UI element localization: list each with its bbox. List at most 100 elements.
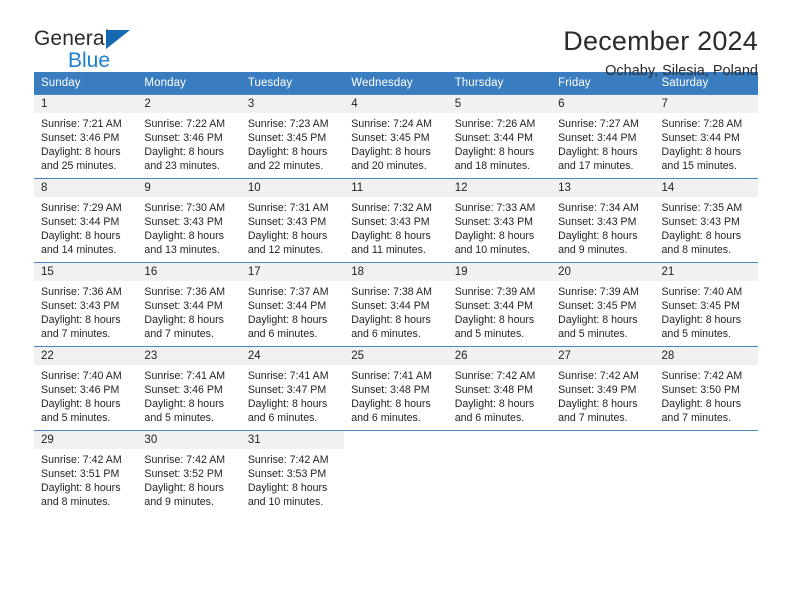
day-details: Sunrise: 7:40 AM Sunset: 3:45 PM Dayligh… — [655, 281, 758, 341]
daylight-text-line1: Daylight: 8 hours — [144, 482, 224, 495]
daylight-text-line1: Daylight: 8 hours — [41, 482, 121, 495]
day-cell-empty — [551, 430, 655, 514]
day-cell[interactable]: 21 Sunrise: 7:40 AM Sunset: 3:45 PM Dayl… — [654, 262, 758, 347]
day-details: Sunrise: 7:23 AM Sunset: 3:45 PM Dayligh… — [241, 113, 344, 173]
day-cell[interactable]: 19 Sunrise: 7:39 AM Sunset: 3:44 PM Dayl… — [447, 262, 552, 347]
daylight-text-line1: Daylight: 8 hours — [144, 398, 224, 411]
daylight-text-line1: Daylight: 8 hours — [41, 230, 121, 243]
daylight-text-line1: Daylight: 8 hours — [41, 146, 121, 159]
sunrise-text: Sunrise: 7:30 AM — [144, 202, 226, 214]
daylight-text-line2: and 20 minutes. — [351, 160, 427, 173]
day-number — [654, 431, 758, 449]
day-details: Sunrise: 7:41 AM Sunset: 3:47 PM Dayligh… — [241, 365, 344, 425]
day-details: Sunrise: 7:28 AM Sunset: 3:44 PM Dayligh… — [655, 113, 758, 173]
day-cell[interactable]: 1 Sunrise: 7:21 AM Sunset: 3:46 PM Dayli… — [34, 94, 138, 179]
page-title: December 2024 — [563, 26, 758, 56]
day-cell[interactable]: 11 Sunrise: 7:32 AM Sunset: 3:43 PM Dayl… — [344, 178, 448, 263]
day-cell[interactable]: 12 Sunrise: 7:33 AM Sunset: 3:43 PM Dayl… — [447, 178, 552, 263]
daylight-text-line2: and 5 minutes. — [144, 412, 214, 425]
day-number: 16 — [137, 263, 241, 281]
day-cell[interactable]: 10 Sunrise: 7:31 AM Sunset: 3:43 PM Dayl… — [240, 178, 345, 263]
day-number: 26 — [447, 347, 552, 365]
day-cell[interactable]: 25 Sunrise: 7:41 AM Sunset: 3:48 PM Dayl… — [344, 346, 448, 431]
day-number: 30 — [137, 431, 241, 449]
day-number: 10 — [240, 179, 345, 197]
day-cell[interactable]: 24 Sunrise: 7:41 AM Sunset: 3:47 PM Dayl… — [240, 346, 345, 431]
day-cell[interactable]: 9 Sunrise: 7:30 AM Sunset: 3:43 PM Dayli… — [137, 178, 241, 263]
sunset-text: Sunset: 3:52 PM — [144, 468, 223, 481]
day-cell[interactable]: 14 Sunrise: 7:35 AM Sunset: 3:43 PM Dayl… — [654, 178, 758, 263]
day-details: Sunrise: 7:42 AM Sunset: 3:51 PM Dayligh… — [34, 449, 137, 509]
daylight-text-line2: and 6 minutes. — [351, 328, 421, 341]
day-cell[interactable]: 30 Sunrise: 7:42 AM Sunset: 3:52 PM Dayl… — [137, 430, 241, 514]
day-cell[interactable]: 18 Sunrise: 7:38 AM Sunset: 3:44 PM Dayl… — [344, 262, 448, 347]
sunrise-text: Sunrise: 7:32 AM — [351, 202, 432, 214]
sunset-text: Sunset: 3:43 PM — [247, 216, 327, 229]
daylight-text-line1: Daylight: 8 hours — [41, 314, 121, 327]
day-cell[interactable]: 22 Sunrise: 7:40 AM Sunset: 3:46 PM Dayl… — [34, 346, 138, 431]
sunrise-text: Sunrise: 7:39 AM — [454, 286, 536, 298]
sunrise-text: Sunrise: 7:41 AM — [144, 370, 226, 382]
day-cell[interactable]: 27 Sunrise: 7:42 AM Sunset: 3:49 PM Dayl… — [551, 346, 655, 431]
sunset-text: Sunset: 3:44 PM — [247, 300, 327, 313]
daylight-text-line1: Daylight: 8 hours — [351, 230, 431, 243]
daylight-text-line2: and 9 minutes. — [558, 244, 628, 257]
day-cell[interactable]: 2 Sunrise: 7:22 AM Sunset: 3:46 PM Dayli… — [137, 94, 241, 179]
week-row: 22 Sunrise: 7:40 AM Sunset: 3:46 PM Dayl… — [34, 346, 758, 431]
sunset-text: Sunset: 3:45 PM — [247, 132, 327, 145]
sunrise-text: Sunrise: 7:42 AM — [247, 454, 329, 466]
day-number: 19 — [447, 263, 552, 281]
daylight-text-line2: and 12 minutes. — [247, 244, 324, 257]
daylight-text-line1: Daylight: 8 hours — [247, 314, 328, 327]
daylight-text-line2: and 23 minutes. — [144, 160, 220, 173]
day-number — [344, 431, 448, 449]
day-cell[interactable]: 28 Sunrise: 7:42 AM Sunset: 3:50 PM Dayl… — [654, 346, 758, 431]
weekday-header-monday: Monday — [137, 72, 241, 95]
daylight-text-line2: and 14 minutes. — [41, 244, 117, 257]
day-details: Sunrise: 7:31 AM Sunset: 3:43 PM Dayligh… — [241, 197, 344, 257]
day-cell[interactable]: 23 Sunrise: 7:41 AM Sunset: 3:46 PM Dayl… — [137, 346, 241, 431]
sunset-text: Sunset: 3:44 PM — [144, 300, 223, 313]
sunset-text: Sunset: 3:44 PM — [351, 300, 430, 313]
daylight-text-line1: Daylight: 8 hours — [454, 314, 535, 327]
day-cell[interactable]: 7 Sunrise: 7:28 AM Sunset: 3:44 PM Dayli… — [654, 94, 758, 179]
day-cell[interactable]: 5 Sunrise: 7:26 AM Sunset: 3:44 PM Dayli… — [447, 94, 552, 179]
day-cell-empty — [654, 430, 758, 514]
sunset-text: Sunset: 3:44 PM — [454, 300, 534, 313]
daylight-text-line1: Daylight: 8 hours — [247, 482, 328, 495]
day-cell[interactable]: 4 Sunrise: 7:24 AM Sunset: 3:45 PM Dayli… — [344, 94, 448, 179]
day-cell[interactable]: 26 Sunrise: 7:42 AM Sunset: 3:48 PM Dayl… — [447, 346, 552, 431]
sunset-text: Sunset: 3:43 PM — [454, 216, 534, 229]
day-number: 9 — [137, 179, 241, 197]
logo-text-blue: Blue — [68, 49, 111, 72]
day-cell[interactable]: 6 Sunrise: 7:27 AM Sunset: 3:44 PM Dayli… — [551, 94, 655, 179]
generalblue-logo: General Blue — [34, 26, 164, 71]
day-cell[interactable]: 15 Sunrise: 7:36 AM Sunset: 3:43 PM Dayl… — [34, 262, 138, 347]
location-subtitle: Ochaby, Silesia, Poland — [605, 63, 758, 80]
sunrise-text: Sunrise: 7:33 AM — [454, 202, 536, 214]
sunset-text: Sunset: 3:46 PM — [144, 384, 223, 397]
day-cell[interactable]: 29 Sunrise: 7:42 AM Sunset: 3:51 PM Dayl… — [34, 430, 138, 514]
day-cell[interactable]: 20 Sunrise: 7:39 AM Sunset: 3:45 PM Dayl… — [551, 262, 655, 347]
sunrise-text: Sunrise: 7:29 AM — [41, 202, 122, 214]
day-details: Sunrise: 7:39 AM Sunset: 3:44 PM Dayligh… — [448, 281, 551, 341]
daylight-text-line2: and 15 minutes. — [661, 160, 737, 173]
daylight-text-line1: Daylight: 8 hours — [144, 230, 224, 243]
daylight-text-line1: Daylight: 8 hours — [558, 398, 638, 411]
day-cell[interactable]: 17 Sunrise: 7:37 AM Sunset: 3:44 PM Dayl… — [240, 262, 345, 347]
week-row: 29 Sunrise: 7:42 AM Sunset: 3:51 PM Dayl… — [34, 430, 758, 514]
day-cell[interactable]: 3 Sunrise: 7:23 AM Sunset: 3:45 PM Dayli… — [240, 94, 345, 179]
day-cell[interactable]: 8 Sunrise: 7:29 AM Sunset: 3:44 PM Dayli… — [34, 178, 138, 263]
day-number: 20 — [551, 263, 655, 281]
day-number: 15 — [34, 263, 138, 281]
sunrise-text: Sunrise: 7:40 AM — [41, 370, 122, 382]
day-cell[interactable]: 31 Sunrise: 7:42 AM Sunset: 3:53 PM Dayl… — [240, 430, 345, 514]
daylight-text-line2: and 7 minutes. — [144, 328, 214, 341]
day-cell[interactable]: 16 Sunrise: 7:36 AM Sunset: 3:44 PM Dayl… — [137, 262, 241, 347]
sunset-text: Sunset: 3:44 PM — [41, 216, 120, 229]
weekday-header-wednesday: Wednesday — [344, 72, 448, 95]
day-number: 4 — [344, 95, 448, 113]
sunset-text: Sunset: 3:49 PM — [558, 384, 637, 397]
sunset-text: Sunset: 3:45 PM — [558, 300, 637, 313]
day-cell[interactable]: 13 Sunrise: 7:34 AM Sunset: 3:43 PM Dayl… — [551, 178, 655, 263]
